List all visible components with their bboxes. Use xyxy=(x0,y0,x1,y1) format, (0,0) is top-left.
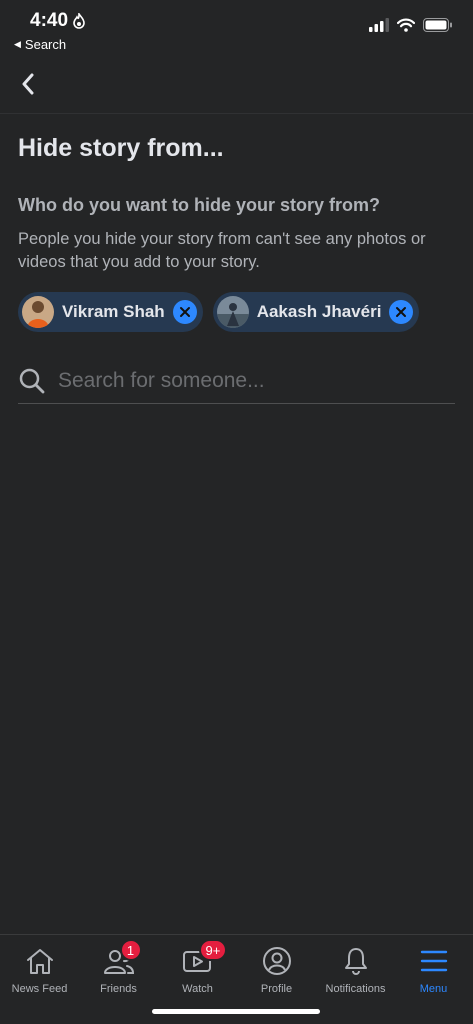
tab-label: Menu xyxy=(419,983,448,995)
search-icon xyxy=(19,368,45,393)
status-bar: 4:40 ◀ Search xyxy=(0,0,473,60)
tab-label: News Feed xyxy=(11,983,68,995)
tab-menu[interactable]: Menu xyxy=(394,935,473,1001)
signal-icon xyxy=(369,18,389,32)
profile-icon xyxy=(262,947,291,975)
bell-icon xyxy=(344,948,367,975)
person-chip[interactable]: Aakash Jhavéri xyxy=(212,292,420,332)
remove-person-button[interactable] xyxy=(389,300,414,324)
watch-badge: 9+ xyxy=(198,939,228,961)
tab-label: Notifications xyxy=(325,983,386,995)
search-input[interactable] xyxy=(58,368,455,393)
status-back-link[interactable]: ◀ Search xyxy=(14,37,66,52)
tab-watch[interactable]: 9+ Watch xyxy=(158,935,237,1001)
tab-profile[interactable]: Profile xyxy=(237,935,316,1001)
flame-icon xyxy=(73,13,85,29)
close-icon xyxy=(396,307,407,317)
page-title: Hide story from... xyxy=(18,134,224,162)
back-button[interactable] xyxy=(14,70,42,98)
status-icons xyxy=(369,18,453,32)
tab-label: Profile xyxy=(260,983,293,995)
status-back-label: Search xyxy=(24,37,67,52)
avatar xyxy=(22,296,54,328)
person-chip-name: Vikram Shah xyxy=(62,302,165,321)
search-row xyxy=(18,358,455,404)
header xyxy=(0,60,473,114)
menu-icon xyxy=(420,950,447,972)
status-time-text: 4:40 xyxy=(30,10,69,31)
remove-person-button[interactable] xyxy=(172,300,197,324)
screen: 4:40 ◀ Search Hide story from... Who do … xyxy=(0,0,473,1024)
battery-icon xyxy=(423,18,452,32)
selected-people-chips: Vikram Shah Aakash Jhavéri xyxy=(18,292,420,332)
close-icon xyxy=(179,307,190,317)
tab-news-feed[interactable]: News Feed xyxy=(0,935,79,1001)
tab-notifications[interactable]: Notifications xyxy=(316,935,395,1001)
status-time: 4:40 xyxy=(30,10,86,32)
tab-label: Watch xyxy=(182,983,213,995)
tab-friends[interactable]: 1 Friends xyxy=(79,935,158,1001)
wifi-icon xyxy=(397,18,415,32)
friends-badge: 1 xyxy=(119,939,142,961)
person-chip-name: Aakash Jhavéri xyxy=(256,302,382,321)
chevron-left-icon xyxy=(22,73,34,95)
tab-label: Friends xyxy=(100,983,137,995)
back-triangle-icon: ◀ xyxy=(14,39,21,49)
avatar xyxy=(216,296,249,328)
home-icon xyxy=(26,949,53,974)
person-chip[interactable]: Vikram Shah xyxy=(18,292,203,332)
question-heading: Who do you want to hide your story from? xyxy=(18,195,380,215)
description-text: People you hide your story from can't se… xyxy=(18,230,426,271)
home-indicator xyxy=(152,1009,320,1014)
